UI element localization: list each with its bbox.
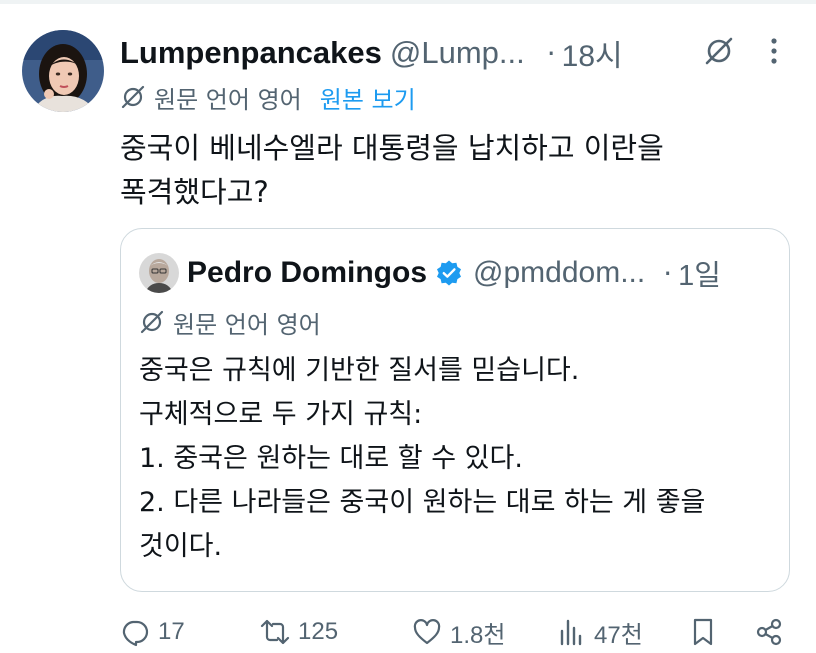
repost-count: 125 xyxy=(298,618,339,645)
tweet-text: 중국이 베네수엘라 대통령을 납치하고 이란을 폭격했다고? xyxy=(120,126,780,214)
tweet-text-line: 중국이 베네수엘라 대통령을 납치하고 이란을 xyxy=(120,131,664,165)
share-icon xyxy=(756,618,782,646)
quoted-translated-from-label: 원문 언어 영어 xyxy=(173,310,321,339)
reply-button[interactable]: 17 xyxy=(120,612,185,652)
grok-icon[interactable] xyxy=(702,34,736,68)
quoted-timestamp: 1일 xyxy=(678,260,721,292)
bookmark-icon xyxy=(693,618,713,646)
quoted-user-handle: @pmddom... xyxy=(473,256,646,289)
like-count: 1.8천 xyxy=(450,621,506,649)
reply-count: 17 xyxy=(158,618,185,645)
share-button[interactable] xyxy=(754,612,784,652)
show-original-link[interactable]: 원본 보기 xyxy=(320,80,416,115)
top-divider xyxy=(0,0,816,4)
translation-notice: 원문 언어 영어 원본 보기 xyxy=(120,80,416,114)
like-button[interactable]: 1.8천 xyxy=(412,612,505,652)
quoted-text-line: 1. 중국은 원하는 대로 할 수 있다. xyxy=(139,443,523,474)
views-button[interactable]: 47천 xyxy=(556,612,643,652)
more-icon[interactable] xyxy=(764,36,784,66)
display-name[interactable]: Lumpenpancakes xyxy=(120,35,382,71)
user-handle[interactable]: @Lump... xyxy=(390,35,525,71)
translate-icon xyxy=(139,309,165,335)
quoted-text-line: 구체적으로 두 가지 규칙: xyxy=(139,399,423,430)
translate-icon xyxy=(120,84,146,110)
quoted-avatar xyxy=(139,253,179,293)
translated-from-label: 원문 언어 영어 xyxy=(154,85,302,114)
quoted-tweet-text: 중국은 규칙에 기반한 질서를 믿습니다. 구체적으로 두 가지 규칙: 1. … xyxy=(139,349,779,569)
quoted-text-line: 것이다. xyxy=(139,531,223,562)
quoted-translation-notice: 원문 언어 영어 xyxy=(139,305,321,339)
tweet-text-line: 폭격했다고? xyxy=(120,175,269,209)
bookmark-button[interactable] xyxy=(688,612,718,652)
separator-dot: · xyxy=(663,256,673,290)
quoted-display-name: Pedro Domingos xyxy=(187,256,428,289)
like-icon xyxy=(413,619,441,645)
quoted-text-line: 2. 다른 나라들은 중국이 원하는 대로 하는 게 좋을 xyxy=(139,487,706,518)
repost-icon xyxy=(260,619,290,645)
tweet-header: Lumpenpancakes @Lump... · 18시 xyxy=(120,28,623,78)
verified-badge-icon xyxy=(435,259,463,287)
view-count: 47천 xyxy=(594,621,643,649)
quoted-text-line: 중국은 규칙에 기반한 질서를 믿습니다. xyxy=(139,355,580,386)
quoted-tweet-card[interactable]: Pedro Domingos @pmddom... · 1일 원문 언어 영어 … xyxy=(120,228,790,592)
action-bar: 17 125 1.8천 47천 xyxy=(120,612,790,652)
avatar[interactable] xyxy=(22,30,104,112)
repost-button[interactable]: 125 xyxy=(260,612,338,652)
separator-dot: · xyxy=(546,36,556,70)
timestamp[interactable]: 18시 xyxy=(562,31,623,75)
views-icon xyxy=(560,619,582,646)
quoted-tweet-header: Pedro Domingos @pmddom... · 1일 xyxy=(187,249,721,297)
reply-icon xyxy=(122,620,149,647)
